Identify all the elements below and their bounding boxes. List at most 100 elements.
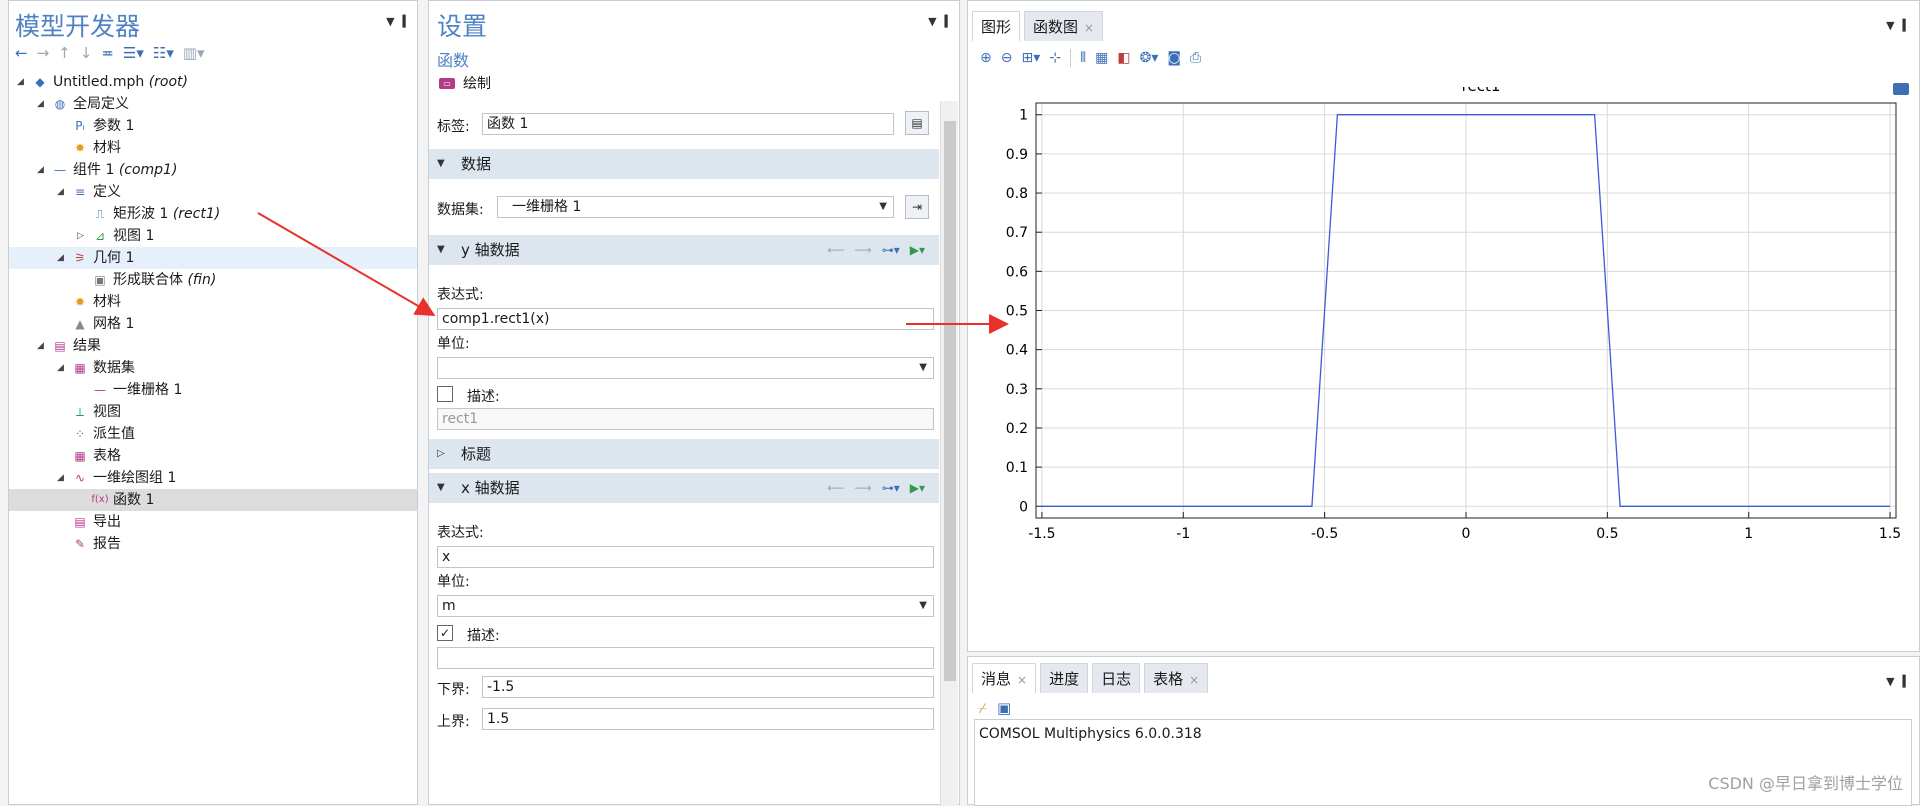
- close-icon[interactable]: ×: [1017, 673, 1027, 687]
- tree-item[interactable]: ▦ 表格: [9, 445, 417, 467]
- zoom-out-icon[interactable]: ⊖: [1001, 50, 1013, 66]
- panel-menu-icon[interactable]: ▼: [386, 15, 394, 28]
- zoom-in-icon[interactable]: ⊕: [980, 50, 992, 66]
- expand-icon[interactable]: ▷: [77, 225, 87, 247]
- tree-item[interactable]: ◢ ⚞ 几何 1: [9, 247, 417, 269]
- tree-item[interactable]: f(x) 函数 1: [9, 489, 417, 511]
- collapse-icon[interactable]: ◢: [37, 335, 47, 357]
- copy-message-icon[interactable]: ▣: [997, 699, 1011, 717]
- lower-bound-field[interactable]: -1.5: [482, 676, 934, 698]
- y-description-checkbox[interactable]: [437, 386, 453, 402]
- zoom-extents-icon[interactable]: ⊹: [1049, 50, 1061, 66]
- section-title[interactable]: ▷ 标题: [429, 439, 939, 469]
- forward-arrow-icon[interactable]: →: [37, 44, 50, 62]
- print-icon[interactable]: ⎙: [1190, 50, 1201, 66]
- axis-icon[interactable]: ▦: [1095, 50, 1108, 66]
- tree-item[interactable]: ⟂ 视图: [9, 401, 417, 423]
- collapse-icon[interactable]: ◢: [17, 71, 27, 93]
- down-arrow-icon[interactable]: ↓: [80, 44, 93, 62]
- collapse-icon[interactable]: ◢: [57, 357, 67, 379]
- panel-menu-icon[interactable]: ▼: [1886, 19, 1894, 32]
- y-expression-field[interactable]: comp1.rect1(x): [437, 308, 934, 330]
- tree-item[interactable]: Pᵢ 参数 1: [9, 115, 417, 137]
- upper-bound-field[interactable]: 1.5: [482, 708, 934, 730]
- tree-item[interactable]: ▤ 导出: [9, 511, 417, 533]
- tree-item[interactable]: ✎ 报告: [9, 533, 417, 555]
- collapse-icon[interactable]: ◢: [57, 247, 67, 269]
- tree-item[interactable]: ◢ ◍ 全局定义: [9, 93, 417, 115]
- y-description-field[interactable]: rect1: [437, 408, 934, 430]
- y-tick-label: 1: [1019, 108, 1028, 124]
- camera-icon[interactable]: ◙: [1167, 50, 1181, 66]
- up-arrow-icon[interactable]: ↑: [58, 44, 71, 62]
- pin-icon[interactable]: ▍: [945, 15, 953, 28]
- tree-item[interactable]: — 一维栅格 1: [9, 379, 417, 401]
- message-tab[interactable]: 消息 ×: [972, 663, 1037, 693]
- replace-expression-icon[interactable]: ▶▾: [910, 235, 925, 265]
- collapse-icon[interactable]: ◢: [57, 181, 67, 203]
- close-icon[interactable]: ×: [1189, 673, 1199, 687]
- grid-icon[interactable]: ⦀: [1080, 50, 1086, 66]
- message-tab[interactable]: 日志: [1092, 663, 1141, 693]
- clear-broom-icon[interactable]: ⌿: [978, 699, 987, 717]
- dataset-goto-button[interactable]: ⇥: [905, 195, 929, 219]
- tree-item[interactable]: ◢ ▦ 数据集: [9, 357, 417, 379]
- label-edit-button[interactable]: ▤: [905, 111, 929, 135]
- pin-icon[interactable]: ▍: [1903, 19, 1911, 32]
- y-unit-select[interactable]: ▼: [437, 357, 934, 379]
- collapse-icon[interactable]: ◢: [37, 159, 47, 181]
- x-unit-select[interactable]: m ▼: [437, 595, 934, 617]
- tree-item[interactable]: ⁘ 派生值: [9, 423, 417, 445]
- tree-item-text: 结果: [73, 338, 101, 354]
- tree-item[interactable]: ◢ — 组件 1 (comp1): [9, 159, 417, 181]
- pin-icon[interactable]: ▍: [1903, 675, 1911, 688]
- expand-sort-icon[interactable]: ☰▾: [123, 44, 144, 62]
- close-icon[interactable]: ×: [1084, 21, 1094, 35]
- tree-item[interactable]: ◢ ▤ 结果: [9, 335, 417, 357]
- left-arrow-icon[interactable]: ⟵: [827, 235, 844, 265]
- scene-light-icon[interactable]: ❂▾: [1140, 50, 1159, 66]
- right-arrow-icon[interactable]: ⟶: [855, 235, 872, 265]
- tree-item[interactable]: ✸ 材料: [9, 291, 417, 313]
- collapse-icon[interactable]: ◢: [57, 467, 67, 489]
- left-arrow-icon[interactable]: ⟵: [827, 473, 844, 503]
- message-tab[interactable]: 进度: [1040, 663, 1089, 693]
- insert-expression-icon[interactable]: ⊶▾: [882, 235, 900, 265]
- right-arrow-icon[interactable]: ⟶: [855, 473, 872, 503]
- legend-icon[interactable]: ◧: [1117, 50, 1130, 66]
- layout-icon[interactable]: ▥▾: [183, 44, 205, 62]
- label-caption: 标签:: [437, 119, 470, 135]
- panel-menu-icon[interactable]: ▼: [928, 15, 936, 28]
- tree-item[interactable]: ✸ 材料: [9, 137, 417, 159]
- tree-item[interactable]: ⎍ 矩形波 1 (rect1): [9, 203, 417, 225]
- tree-item[interactable]: ▲ 网格 1: [9, 313, 417, 335]
- replace-expression-icon[interactable]: ▶▾: [910, 473, 925, 503]
- tree-item[interactable]: ◢ ∿ 一维绘图组 1: [9, 467, 417, 489]
- tree-item[interactable]: ▣ 形成联合体 (fin): [9, 269, 417, 291]
- panel-menu-icon[interactable]: ▼: [1886, 675, 1894, 688]
- dataset-select[interactable]: 一维栅格 1 ▼: [497, 196, 894, 218]
- settings-scrollbar[interactable]: [940, 101, 958, 806]
- collapse-icon[interactable]: ◢: [37, 93, 47, 115]
- scrollbar-thumb[interactable]: [944, 121, 956, 681]
- tab-graphics[interactable]: 图形: [972, 11, 1021, 41]
- section-y-data[interactable]: ▼ y 轴数据 ⟵ ⟶ ⊶▾ ▶▾: [429, 235, 939, 265]
- tab-function-plot[interactable]: 函数图 ×: [1024, 11, 1104, 41]
- insert-expression-icon[interactable]: ⊶▾: [882, 473, 900, 503]
- tree-item[interactable]: ◢ ≡ 定义: [9, 181, 417, 203]
- x-description-checkbox[interactable]: ✓: [437, 625, 453, 641]
- section-x-data[interactable]: ▼ x 轴数据 ⟵ ⟶ ⊶▾ ▶▾: [429, 473, 939, 503]
- collapse-icon[interactable]: ≖: [101, 44, 114, 62]
- zoom-box-icon[interactable]: ⊞▾: [1021, 50, 1040, 66]
- tree-item[interactable]: ▷ ⊿ 视图 1: [9, 225, 417, 247]
- pin-icon[interactable]: ▍: [403, 15, 411, 28]
- plot-button[interactable]: ▭ 绘制: [439, 73, 491, 93]
- x-description-field[interactable]: [437, 647, 934, 669]
- section-data[interactable]: ▼ 数据: [429, 149, 939, 179]
- message-tab[interactable]: 表格 ×: [1144, 663, 1209, 693]
- tree-item[interactable]: ◢ ◆ Untitled.mph (root): [9, 71, 417, 93]
- back-arrow-icon[interactable]: ←: [15, 44, 28, 62]
- label-field[interactable]: 函数 1: [482, 113, 894, 135]
- sort-icon[interactable]: ☷▾: [153, 44, 174, 62]
- x-expression-field[interactable]: x: [437, 546, 934, 568]
